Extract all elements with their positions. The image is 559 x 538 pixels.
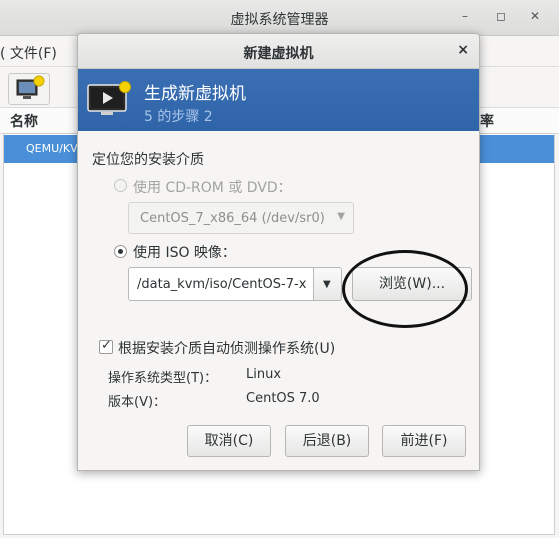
wizard-banner: 生成新虚拟机 5 的步骤 2 xyxy=(78,69,479,131)
browse-button[interactable]: 浏览(W)... xyxy=(352,267,472,301)
cdrom-radio-label[interactable]: 使用 CD-ROM 或 DVD： xyxy=(133,177,292,197)
dialog-title: 新建虚拟机 xyxy=(243,46,314,62)
iso-path-input[interactable]: /data_kvm/iso/CentOS-7-x xyxy=(128,267,314,301)
connection-name: QEMU/KV xyxy=(26,142,78,155)
column-header-cpu[interactable]: 率 xyxy=(480,111,494,131)
iso-radio-label[interactable]: 使用 ISO 映像： xyxy=(133,242,236,262)
main-window-titlebar: 虚拟系统管理器 – ◻ ✕ xyxy=(0,0,559,36)
back-button[interactable]: 后退(B) xyxy=(285,425,369,457)
iso-radio[interactable] xyxy=(114,245,127,258)
cancel-button[interactable]: 取消(C) xyxy=(187,425,271,457)
autodetect-checkbox[interactable]: ✓ xyxy=(99,338,113,354)
close-icon[interactable]: × xyxy=(457,42,469,58)
dialog-titlebar: 新建虚拟机 × xyxy=(78,34,479,69)
checkmark-icon: ✓ xyxy=(101,338,112,353)
menu-file[interactable]: ( 文件(F) xyxy=(0,43,57,63)
window-close-icon[interactable]: ✕ xyxy=(527,9,543,23)
iso-history-dropdown[interactable]: ▼ xyxy=(314,267,342,301)
maximize-icon[interactable]: ◻ xyxy=(493,9,509,23)
cdrom-device-select[interactable]: CentOS_7_x86_64 (/dev/sr0) ▼ xyxy=(128,202,354,234)
forward-button[interactable]: 前进(F) xyxy=(382,425,466,457)
monitor-play-icon xyxy=(87,81,131,115)
chevron-down-icon: ▼ xyxy=(337,211,345,222)
autodetect-label[interactable]: 根据安装介质自动侦测操作系统(U) xyxy=(118,338,335,358)
version-value: CentOS 7.0 xyxy=(246,391,320,406)
os-type-value: Linux xyxy=(246,367,282,382)
new-vm-toolbar-button[interactable] xyxy=(8,73,50,105)
chevron-down-icon: ▼ xyxy=(323,279,331,290)
version-label: 版本(V)： xyxy=(108,395,167,410)
minimize-icon[interactable]: – xyxy=(457,9,473,23)
monitor-icon xyxy=(16,75,45,99)
section-label: 定位您的安装介质 xyxy=(92,152,204,168)
wizard-step: 5 的步骤 2 xyxy=(144,109,213,125)
new-vm-dialog: 新建虚拟机 × 生成新虚拟机 5 的步骤 2 定位您的安装介质 使用 CD-RO… xyxy=(77,33,480,471)
wizard-title: 生成新虚拟机 xyxy=(144,84,246,104)
os-type-label: 操作系统类型(T)： xyxy=(108,371,218,386)
cdrom-radio[interactable] xyxy=(114,179,127,192)
column-header-name[interactable]: 名称 xyxy=(10,111,38,131)
iso-path-value: /data_kvm/iso/CentOS-7-x xyxy=(137,277,307,292)
cdrom-device-value: CentOS_7_x86_64 (/dev/sr0) xyxy=(140,211,325,226)
main-window-title: 虚拟系统管理器 xyxy=(230,12,329,28)
